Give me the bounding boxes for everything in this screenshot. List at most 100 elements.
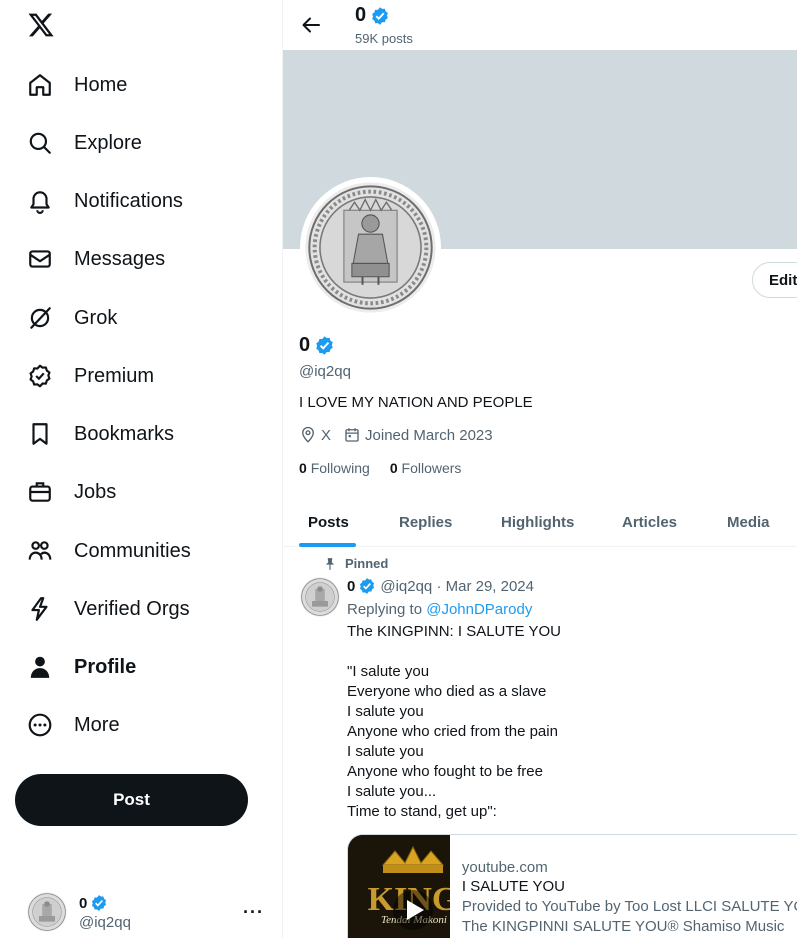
nav-profile[interactable]: Profile xyxy=(26,647,136,687)
nav-home-label: Home xyxy=(74,73,128,96)
profile-bio: I LOVE MY NATION AND PEOPLE xyxy=(299,394,533,411)
more-horizontal-icon[interactable]: ··· xyxy=(243,902,264,923)
header-name-text: 0 xyxy=(355,4,367,26)
seal-icon xyxy=(305,182,436,313)
verified-badge-icon xyxy=(360,578,375,594)
account-handle: @iq2qq xyxy=(79,914,131,931)
envelope-icon xyxy=(26,245,54,273)
nav-bookmarks[interactable]: Bookmarks xyxy=(26,414,174,454)
lightning-icon xyxy=(26,595,54,623)
post-button[interactable]: Post xyxy=(15,774,248,826)
pinned-label: Pinned xyxy=(323,556,388,571)
nav-explore[interactable]: Explore xyxy=(26,123,142,163)
more-circle-icon xyxy=(26,711,54,739)
tweet-author[interactable]: 0 xyxy=(347,577,376,595)
nav-notifications-label: Notifications xyxy=(74,189,183,212)
active-tab-indicator xyxy=(299,543,356,547)
nav-premium[interactable]: Premium xyxy=(26,356,154,396)
nav-grok-label: Grok xyxy=(74,306,118,329)
account-name-text: 0 xyxy=(79,894,88,912)
briefcase-icon xyxy=(26,478,54,506)
edit-profile-button[interactable]: Edit xyxy=(752,262,797,298)
sidebar: Home Explore Notifications Messages Grok… xyxy=(0,0,283,938)
following-label: Following xyxy=(310,460,370,476)
back-arrow-icon[interactable] xyxy=(299,13,323,37)
verified-badge-icon xyxy=(92,895,107,911)
nav-messages[interactable]: Messages xyxy=(26,239,165,279)
profile-location: X xyxy=(299,426,331,444)
nav-jobs-label: Jobs xyxy=(74,480,117,503)
tweet-line: Anyone who fought to be free xyxy=(347,763,543,780)
card-description-line: The KINGPINNI SALUTE YOU® Shamiso Music xyxy=(461,918,785,935)
tab-highlights[interactable]: Highlights xyxy=(501,497,574,547)
pinned-label-text: Pinned xyxy=(345,556,389,571)
video-thumbnail[interactable]: KING Tendai Makoni xyxy=(348,835,450,938)
tweet-line: I salute you... xyxy=(347,783,437,800)
tweet-handle-date[interactable]: @iq2qq · Mar 29, 2024 xyxy=(380,578,534,595)
replying-to-link[interactable]: @JohnDParody xyxy=(426,601,532,618)
nav-premium-label: Premium xyxy=(74,364,155,387)
seal-icon xyxy=(27,892,67,932)
profile-tabs: Posts Replies Highlights Articles Media xyxy=(283,497,797,547)
followers-label: Followers xyxy=(401,460,462,476)
tweet-replying-to: Replying to @JohnDParody xyxy=(347,601,532,618)
avatar xyxy=(27,892,67,932)
nav-communities[interactable]: Communities xyxy=(26,531,191,571)
album-art: KING Tendai Makoni xyxy=(348,835,450,938)
profile-column: 0 59K posts Edit 0 @iq2qq I LOVE MY NATI… xyxy=(283,0,797,938)
nav-verified-orgs-label: Verified Orgs xyxy=(74,597,190,620)
nav-communities-label: Communities xyxy=(74,539,191,562)
nav-more[interactable]: More xyxy=(26,705,120,745)
followers-link[interactable]: 0 Followers xyxy=(390,460,462,476)
card-description: Provided to YouTube by Too Lost LLCI SAL… xyxy=(462,897,797,937)
tweet-line xyxy=(347,642,561,662)
tweet-line: I salute you xyxy=(347,743,424,760)
profile-meta: X Joined March 2023 xyxy=(299,426,505,444)
following-link[interactable]: 0 Following xyxy=(299,460,370,476)
tweet-avatar[interactable] xyxy=(300,577,340,617)
tab-media[interactable]: Media xyxy=(727,497,770,547)
x-logo-icon[interactable] xyxy=(27,11,55,39)
card-domain: youtube.com xyxy=(461,859,548,876)
tweet-line: Everyone who died as a slave xyxy=(347,683,547,700)
card-title: I SALUTE YOU xyxy=(461,878,565,895)
nav-bookmarks-label: Bookmarks xyxy=(74,422,175,445)
nav-grok[interactable]: Grok xyxy=(26,298,117,338)
profile-avatar[interactable] xyxy=(300,177,441,318)
tab-posts[interactable]: Posts xyxy=(308,497,349,547)
verified-badge-icon xyxy=(372,6,388,25)
communities-icon xyxy=(26,537,54,565)
nav-explore-label: Explore xyxy=(74,131,142,154)
card-info: youtube.com I SALUTE YOU Provided to You… xyxy=(450,835,797,938)
verified-badge-icon[interactable] xyxy=(314,335,335,356)
profile-follow-stats: 0 Following 0 Followers xyxy=(299,460,481,476)
seal-icon xyxy=(300,577,340,617)
tweet-header: 0 @iq2qq · Mar 29, 2024 xyxy=(347,577,534,595)
card-description-line: Provided to YouTube by Too Lost LLCI SAL… xyxy=(461,898,797,915)
profile-name-text: 0 xyxy=(299,334,311,356)
profile-joined-text: Joined March 2023 xyxy=(365,426,493,444)
tab-articles[interactable]: Articles xyxy=(622,497,677,547)
tweet-line: The KINGPINN: I SALUTE YOU xyxy=(347,623,561,640)
following-count: 0 xyxy=(299,460,307,476)
header-name: 0 xyxy=(355,4,390,27)
link-preview-card[interactable]: KING Tendai Makoni youtube.com I SALUTE … xyxy=(347,834,797,938)
nav-more-label: More xyxy=(74,713,120,736)
premium-badge-icon xyxy=(26,362,54,390)
header-post-count: 59K posts xyxy=(355,31,413,46)
nav-notifications[interactable]: Notifications xyxy=(26,181,183,221)
account-names: 0 @iq2qq xyxy=(79,892,131,932)
calendar-icon xyxy=(345,428,359,442)
bell-icon xyxy=(26,187,54,215)
account-switcher[interactable]: 0 @iq2qq ··· xyxy=(27,892,267,938)
home-icon xyxy=(26,71,54,99)
nav-home[interactable]: Home xyxy=(26,65,127,105)
tweet-line: Anyone who cried from the pain xyxy=(347,723,558,740)
profile-header-bar: 0 59K posts xyxy=(283,0,797,50)
nav-verified-orgs[interactable]: Verified Orgs xyxy=(26,589,190,629)
tab-replies[interactable]: Replies xyxy=(399,497,452,547)
nav-jobs[interactable]: Jobs xyxy=(26,472,116,512)
grok-icon xyxy=(26,304,54,332)
replying-prefix: Replying to xyxy=(347,601,423,618)
profile-joined: Joined March 2023 xyxy=(343,426,493,444)
